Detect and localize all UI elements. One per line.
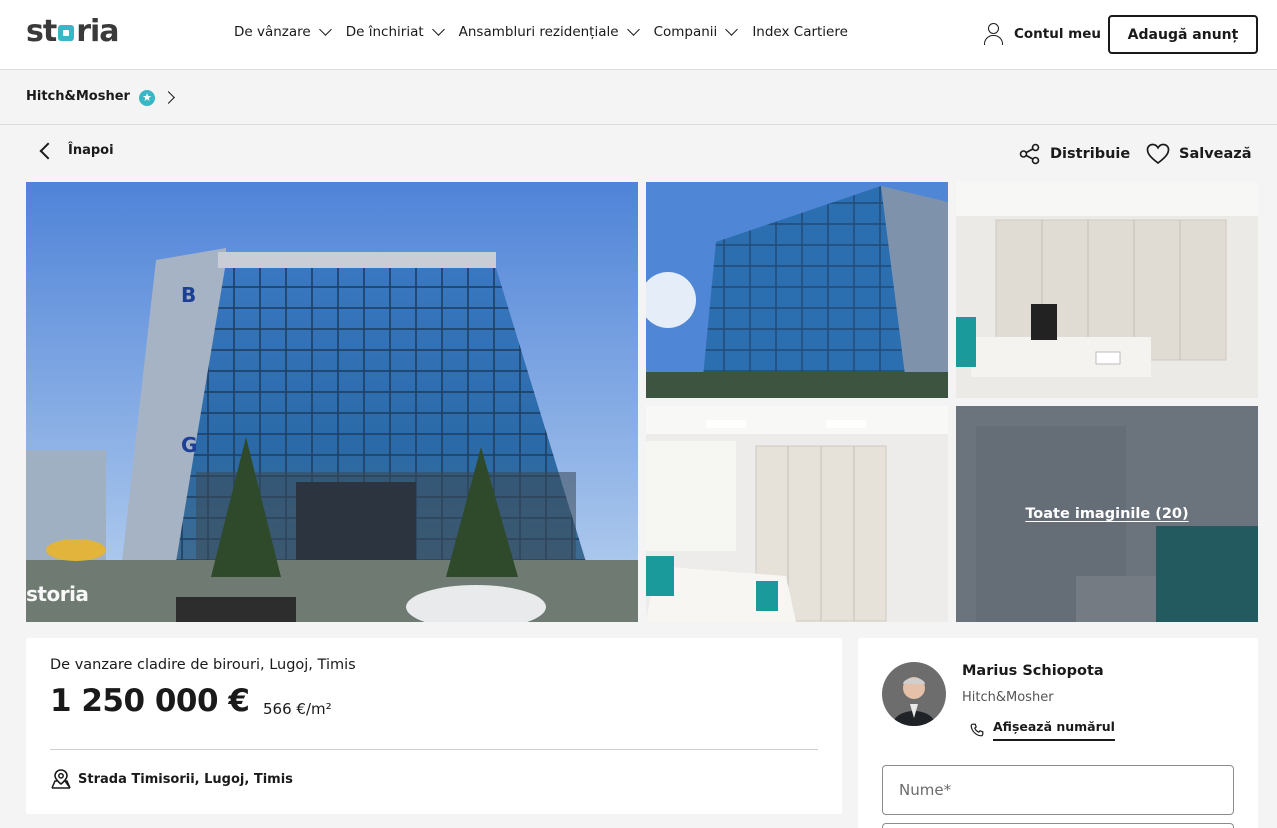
map-pin-icon: [51, 769, 71, 789]
all-images-overlay[interactable]: Toate imaginile (20): [956, 406, 1258, 622]
arrow-left-icon: [39, 142, 57, 159]
phone-icon: [970, 723, 984, 737]
account-link[interactable]: Contul meu: [983, 22, 1101, 46]
agency-bar: Hitch&Mosher ★: [0, 71, 1277, 125]
share-label: Distribuie: [1050, 146, 1131, 162]
save-label: Salvează: [1179, 146, 1252, 162]
logo-mark: [58, 25, 75, 41]
share-icon: [1019, 143, 1040, 165]
agent-name: Marius Schiopota: [962, 663, 1104, 679]
storia-watermark: storia: [26, 582, 89, 606]
storia-logo[interactable]: st ria: [26, 17, 120, 47]
nav-item-neighborhood-index[interactable]: Index Cartiere: [752, 24, 848, 40]
listing-title: De vanzare cladire de birouri, Lugoj, Ti…: [50, 657, 356, 673]
agent-company: Hitch&Mosher: [962, 690, 1054, 705]
main-building-photo[interactable]: B G storia: [26, 182, 638, 622]
chevron-down-icon: [318, 23, 332, 36]
agent-contact-card: Marius Schiopota Hitch&Mosher Afișează n…: [858, 638, 1258, 828]
listing-summary-card: De vanzare cladire de birouri, Lugoj, Ti…: [26, 638, 842, 814]
address-text: Strada Timisorii, Lugoj, Timis: [78, 771, 293, 787]
agent-avatar: [882, 662, 946, 726]
divider: [50, 749, 818, 750]
address-link[interactable]: Strada Timisorii, Lugoj, Timis: [50, 768, 293, 790]
nav-item-label: Ansambluri rezidențiale: [458, 24, 619, 40]
chevron-down-icon: [431, 23, 445, 36]
show-phone-button[interactable]: Afișează numărul: [970, 719, 1115, 741]
nav-item-label: Companii: [653, 24, 718, 40]
nav-item-label: De vânzare: [234, 24, 311, 40]
show-phone-label: Afișează numărul: [993, 719, 1115, 741]
office-interior-photo-3[interactable]: Toate imaginile (20): [956, 406, 1258, 622]
nav-item-label: De închiriat: [345, 24, 424, 40]
nav-item-residential-complexes[interactable]: Ansambluri rezidențiale: [458, 23, 640, 40]
main-nav: De vânzare De închiriat Ansambluri rezid…: [234, 23, 864, 40]
svg-text:B: B: [181, 283, 196, 307]
chevron-down-icon: [725, 23, 739, 36]
share-button[interactable]: Distribuie: [1019, 143, 1130, 165]
nav-item-for-sale[interactable]: De vânzare: [234, 23, 332, 40]
add-listing-button[interactable]: Adaugă anunț: [1108, 15, 1258, 54]
price-per-sqm: 566 €/m²: [263, 700, 332, 718]
back-label: Înapoi: [68, 143, 114, 158]
star-badge-icon: ★: [139, 90, 155, 106]
save-button[interactable]: Salvează: [1146, 143, 1252, 165]
listing-price: 1 250 000 €: [50, 683, 250, 719]
account-label: Contul meu: [1014, 26, 1102, 42]
nav-item-companies[interactable]: Companii: [653, 23, 739, 40]
next-form-field[interactable]: [882, 823, 1234, 828]
chevron-down-icon: [626, 23, 640, 36]
user-icon: [983, 22, 1005, 46]
office-interior-photo-2[interactable]: [646, 406, 948, 622]
name-field[interactable]: [882, 765, 1234, 815]
heart-icon: [1146, 143, 1170, 165]
all-images-link[interactable]: Toate imaginile (20): [1025, 506, 1188, 522]
top-header: st ria De vânzare De închiriat Ansambluri…: [0, 0, 1277, 70]
building-facade-photo[interactable]: [646, 182, 948, 398]
office-interior-photo-1[interactable]: [956, 182, 1258, 398]
agency-name-link[interactable]: Hitch&Mosher: [26, 89, 130, 104]
nav-item-label: Index Cartiere: [752, 24, 848, 40]
nav-item-for-rent[interactable]: De închiriat: [345, 23, 445, 40]
svg-text:G: G: [181, 433, 197, 457]
back-button[interactable]: Înapoi: [36, 142, 114, 159]
chevron-right-icon[interactable]: [162, 91, 175, 104]
